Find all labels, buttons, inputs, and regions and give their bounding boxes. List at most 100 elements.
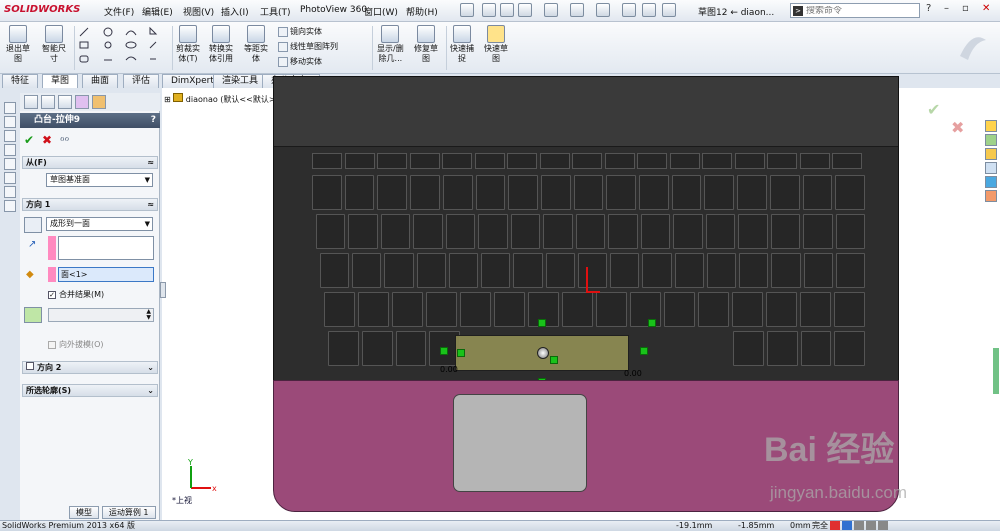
preview-glasses-icon[interactable]: ℴℴ [60,133,69,144]
menu-view[interactable]: 视图(V) [183,5,214,18]
group-direction2[interactable]: 方向 2 ⌄ [22,361,158,374]
end-condition-select[interactable]: 成形到一面 ▼ [46,217,153,231]
scroll-handle[interactable] [993,348,999,394]
face-selection-field[interactable]: 面<1> [58,267,154,282]
configuration-manager-tab-icon[interactable] [58,95,72,109]
line-tool-icon[interactable] [4,116,16,128]
centerline-tool-icon[interactable] [4,200,16,212]
cancel-x-icon[interactable]: ✖ [42,133,52,147]
undo-icon[interactable] [570,3,584,17]
tab-model[interactable]: 模型 [69,506,99,519]
punct-icon[interactable] [854,521,864,530]
relation-marker[interactable] [457,349,465,357]
search-input[interactable] [806,5,896,16]
group-selected-contours[interactable]: 所选轮廓(S) ⌄ [22,384,158,397]
relation-marker[interactable] [640,347,648,355]
select-icon[interactable] [596,3,610,17]
tab-surfaces[interactable]: 曲面 [82,74,119,88]
sketch-entities-grid[interactable] [78,26,170,70]
search-results-icon[interactable] [985,162,997,174]
minimize-icon[interactable]: – [944,3,949,14]
search-box[interactable]: > [790,3,920,18]
group-direction1[interactable]: 方向 1 ≈ [22,198,158,211]
panel-splitter-handle[interactable] [160,282,166,298]
convert-entities-button[interactable]: 转换实 体引用 [209,25,233,64]
ime-tray[interactable] [830,521,996,531]
tab-motion-study[interactable]: 运动算例 1 [101,506,156,519]
custom-properties-icon[interactable] [985,190,997,202]
relation-marker[interactable] [648,319,656,327]
rebuild-icon[interactable] [622,3,636,17]
tab-render-tools[interactable]: 渲染工具 [213,74,268,88]
options-icon[interactable] [662,3,676,17]
reverse-direction-icon[interactable] [24,217,42,233]
close-icon[interactable]: ✕ [982,3,990,14]
restore-icon[interactable]: ▫ [962,3,969,14]
print-icon[interactable] [544,3,558,17]
tray-settings-icon[interactable] [878,521,888,530]
relation-marker[interactable] [440,347,448,355]
draft-outward-checkbox[interactable] [48,340,56,349]
repair-sketch-button[interactable]: 修复草 图 [414,25,438,64]
arc-tool-icon[interactable] [4,158,16,170]
ok-check-icon[interactable]: ✔ [24,133,34,147]
draft-toggle-icon[interactable] [24,307,42,323]
direction2-checkbox[interactable] [26,362,34,370]
menu-window[interactable]: 窗口(W) [364,5,398,18]
draft-angle-stepper[interactable]: ▲ ▼ [48,308,154,322]
appearances-icon[interactable] [985,176,997,188]
menu-help[interactable]: 帮助(H) [406,5,438,18]
new-file-icon[interactable] [482,3,496,17]
help-icon[interactable]: ? [151,113,156,128]
property-manager-tab-icon[interactable] [41,95,55,109]
move-entities-button[interactable]: 移动实体 [278,56,322,67]
draft-outward-option[interactable]: 向外拔模(O) [48,339,104,350]
from-select[interactable]: 草图基准面 ▼ [46,173,153,187]
open-icon[interactable] [500,3,514,17]
rectangle-tool-icon[interactable] [4,130,16,142]
linear-pattern-button[interactable]: 线性草图阵列 [278,41,338,52]
menu-file[interactable]: 文件(F) [104,5,134,18]
relation-marker[interactable] [538,319,546,327]
tab-sketch[interactable]: 草图 [42,74,79,88]
dimension-left[interactable]: 0.00 [440,365,458,374]
spline-tool-icon[interactable] [4,172,16,184]
save-icon[interactable] [518,3,532,17]
merge-result-option[interactable]: ✓ 合并结果(M) [48,289,104,300]
design-library-icon[interactable] [985,134,997,146]
dimxpert-manager-tab-icon[interactable] [75,95,89,109]
confirm-check-icon[interactable]: ✔ [927,100,940,119]
home-icon[interactable] [985,120,997,132]
trim-entities-button[interactable]: 剪裁实 体(T) [176,25,200,64]
tab-evaluate[interactable]: 评估 [123,74,160,88]
file-props-icon[interactable] [642,3,656,17]
rapid-sketch-button[interactable]: 快速草 图 [484,25,508,64]
ime-icon[interactable] [830,521,840,530]
menu-tools[interactable]: 工具(T) [260,5,291,18]
menu-edit[interactable]: 编辑(E) [142,5,173,18]
tab-features[interactable]: 特征 [2,74,39,88]
lang-icon[interactable] [842,521,852,530]
expand-plus-icon[interactable]: ⊞ [164,95,171,104]
sketch-origin-point[interactable] [537,347,549,359]
menu-insert[interactable]: 插入(I) [221,5,249,18]
offset-entities-button[interactable]: 等距实 体 [244,25,268,64]
display-delete-relations-button[interactable]: 显示/删 除几... [377,25,404,64]
menu-photoview[interactable]: PhotoView 360 [300,5,367,15]
help-icon[interactable]: ? [926,3,931,14]
confirm-cancel-icon[interactable]: ✖ [951,118,964,137]
quick-snaps-button[interactable]: 快速捕 捉 [450,25,474,64]
keyboard-icon[interactable] [866,521,876,530]
circle-tool-icon[interactable] [4,144,16,156]
feature-manager-tab-icon[interactable] [24,95,38,109]
display-manager-tab-icon[interactable] [92,95,106,109]
point-tool-icon[interactable] [4,186,16,198]
feature-tree-root[interactable]: ⊞ diaonao (默认<<默认>_... [164,93,287,105]
exit-sketch-button[interactable]: 退出草 图 [6,25,30,64]
mirror-entities-button[interactable]: 镜向实体 [278,26,322,37]
dimension-right[interactable]: 0.00 [624,369,642,378]
merge-checkbox[interactable]: ✓ [48,290,56,299]
pin-icon[interactable] [460,3,474,17]
group-from[interactable]: 从(F) ≈ [22,156,158,169]
smart-dimension-button[interactable]: 智能尺 寸 [42,25,66,64]
